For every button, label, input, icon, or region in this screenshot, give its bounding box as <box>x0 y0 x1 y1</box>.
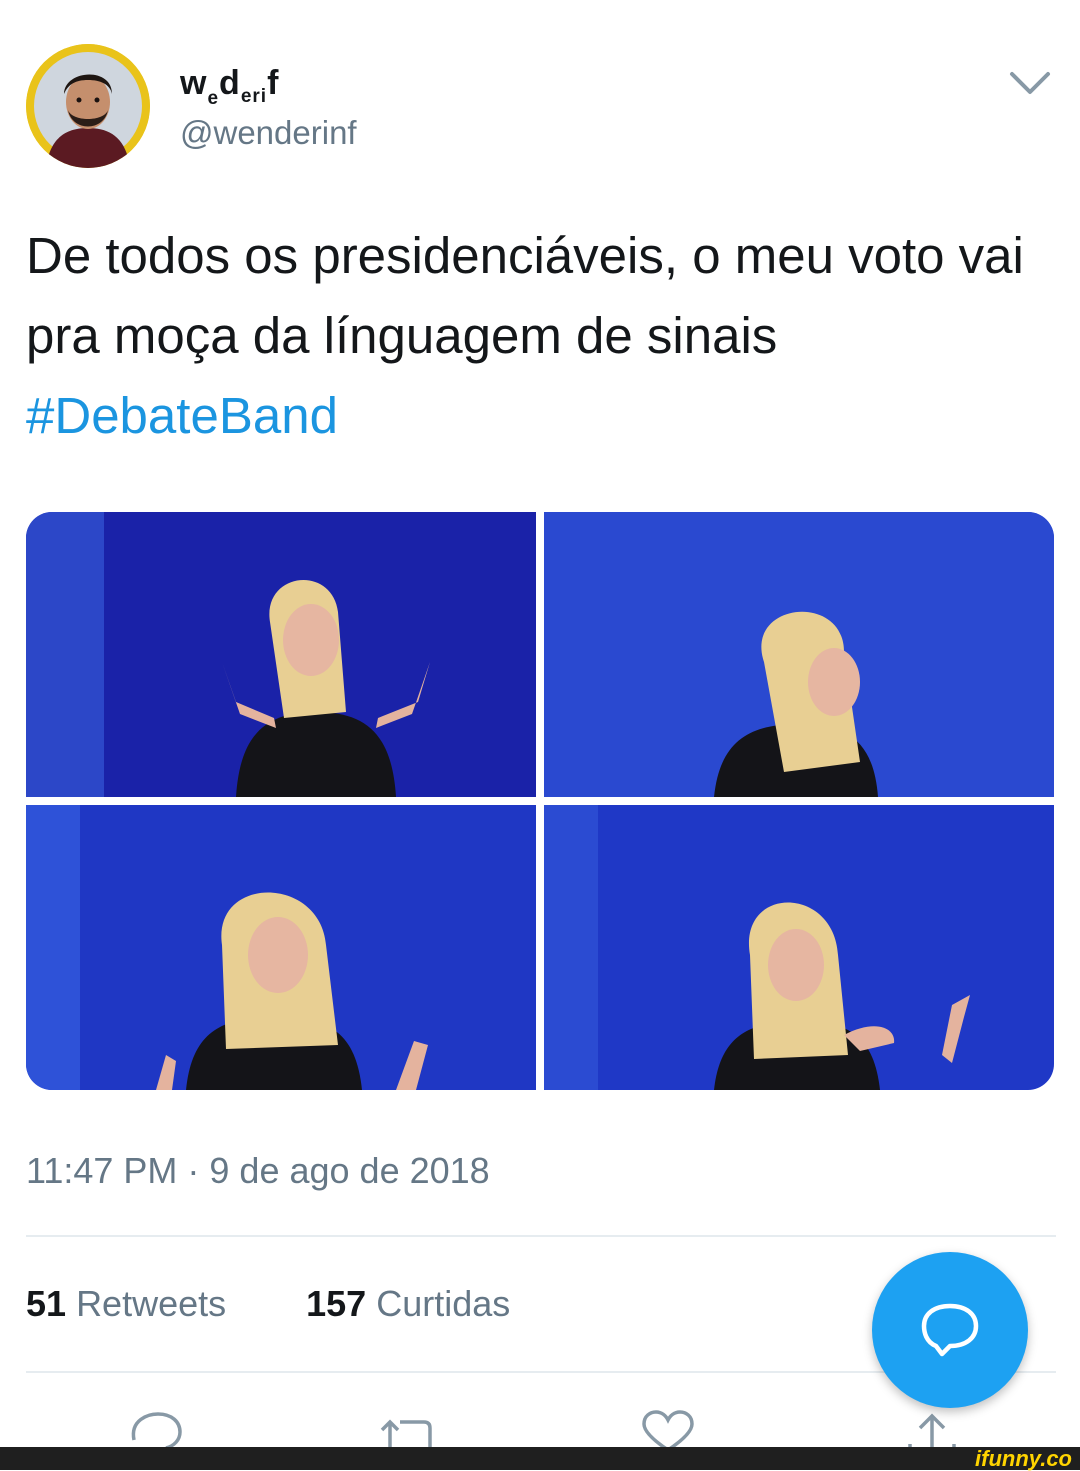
display-name[interactable]: wederif <box>180 64 280 109</box>
compose-reply-icon <box>921 1303 979 1357</box>
tweet-timestamp: 11:47 PM · 9 de ago de 2018 <box>26 1150 490 1191</box>
retweets-label: Retweets <box>76 1283 227 1324</box>
compose-reply-button[interactable] <box>872 1252 1028 1408</box>
watermark-bar <box>0 1447 1080 1470</box>
avatar[interactable] <box>26 44 150 168</box>
retweets-count: 51 <box>26 1283 67 1324</box>
name-part: w <box>180 64 208 102</box>
divider <box>26 1235 1056 1237</box>
photo-2[interactable] <box>544 512 1054 797</box>
name-part: d <box>219 64 241 102</box>
user-handle[interactable]: @wenderinf <box>180 114 357 152</box>
name-part: f <box>267 64 280 102</box>
likes-count: 157 <box>306 1283 367 1324</box>
media-grid <box>26 512 1054 1090</box>
chevron-down-icon[interactable] <box>1008 68 1052 98</box>
retweets-stat[interactable]: 51 Retweets <box>26 1283 226 1324</box>
watermark-text: ifunny.co <box>975 1446 1072 1471</box>
likes-stat[interactable]: 157 Curtidas <box>306 1283 510 1324</box>
name-part: e <box>207 88 220 109</box>
tweet-body: De todos os presidenciáveis, o meu voto … <box>26 227 1024 364</box>
hashtag-link[interactable]: #DebateBand <box>26 387 338 444</box>
name-part: eri <box>240 86 268 107</box>
tweet-stats: 51 Retweets 157 Curtidas <box>26 1283 510 1325</box>
tweet-text: De todos os presidenciáveis, o meu voto … <box>26 216 1056 456</box>
likes-label: Curtidas <box>376 1283 511 1324</box>
photo-1[interactable] <box>26 512 536 797</box>
photo-4[interactable] <box>544 805 1054 1090</box>
photo-3[interactable] <box>26 805 536 1090</box>
